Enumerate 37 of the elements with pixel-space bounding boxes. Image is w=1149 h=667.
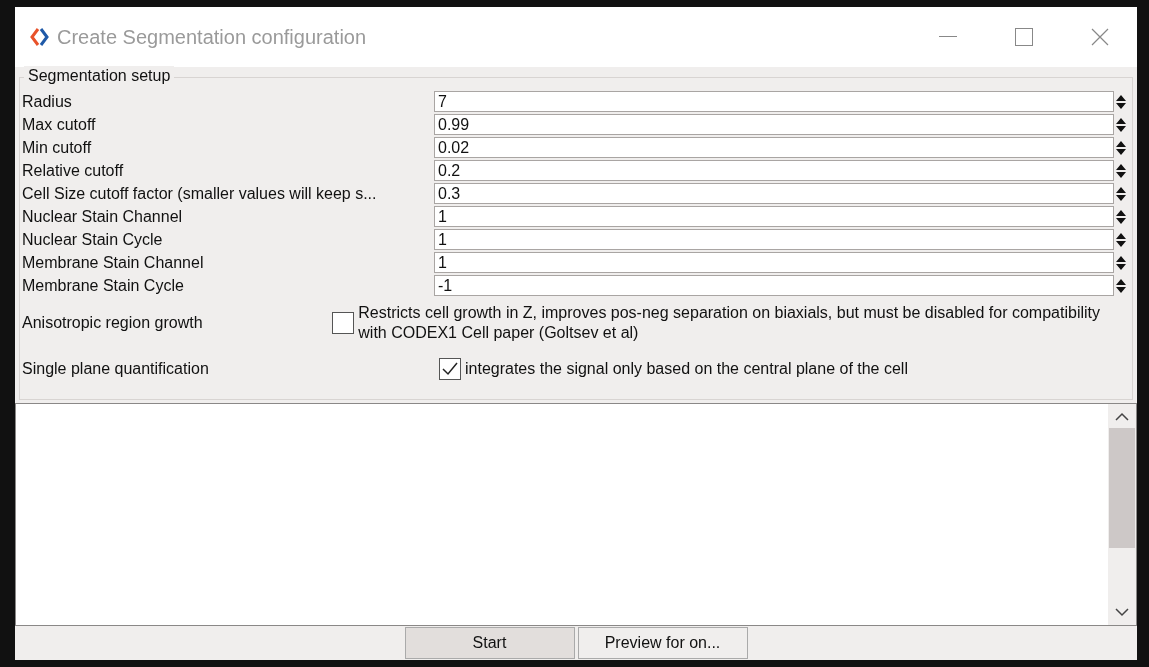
- field-label: Nuclear Stain Cycle: [22, 229, 164, 250]
- app-logo-icon: [29, 27, 49, 47]
- spin-field[interactable]: -1: [434, 275, 1114, 296]
- field-label: Nuclear Stain Channel: [22, 206, 184, 227]
- option-description: Restricts cell growth in Z, improves pos-neg separation on biaxials, but must be disabled for compatibility with CODEX1 Cell paper (Goltsev et al): [358, 303, 1101, 343]
- dialog-button[interactable]: Start: [404, 627, 575, 659]
- field-label: Membrane Stain Cycle: [22, 275, 185, 296]
- field-label: Relative cutoff: [22, 160, 125, 181]
- spin-field[interactable]: 0.02: [434, 137, 1114, 158]
- option-label: Anisotropic region growth: [22, 313, 204, 333]
- dialog-button[interactable]: Preview for on...: [577, 627, 748, 659]
- field-label: Radius: [22, 91, 73, 112]
- spin-field[interactable]: 0.2: [434, 160, 1114, 181]
- scroll-down-icon[interactable]: [1115, 607, 1129, 617]
- option-label: Single plane quantification: [22, 359, 210, 379]
- group-title: Segmentation setup: [24, 66, 175, 86]
- spin-field[interactable]: 1: [434, 252, 1114, 273]
- spin-field[interactable]: 0.99: [434, 114, 1114, 135]
- scrollbar[interactable]: [1108, 404, 1136, 625]
- spin-field[interactable]: 7: [434, 91, 1114, 112]
- scrollbar-thumb[interactable]: [1109, 428, 1135, 548]
- close-icon[interactable]: [1091, 28, 1109, 46]
- field-label: Cell Size cutoff factor (smaller values will keep s...: [22, 183, 378, 204]
- maximize-icon[interactable]: [1015, 28, 1033, 46]
- option-description: integrates the signal only based on the central plane of the cell: [465, 359, 908, 379]
- spin-field[interactable]: 1: [434, 229, 1114, 250]
- checkmark-icon: [442, 362, 458, 376]
- field-label: Max cutoff: [22, 114, 97, 135]
- minimize-icon[interactable]: [939, 36, 957, 38]
- window-title: Create Segmentation configuration: [57, 25, 367, 50]
- checkbox[interactable]: [332, 312, 355, 334]
- field-label: Min cutoff: [22, 137, 93, 158]
- scroll-up-icon[interactable]: [1115, 412, 1129, 422]
- checkbox[interactable]: [439, 358, 461, 380]
- spin-field[interactable]: 0.3: [434, 183, 1114, 204]
- field-label: Membrane Stain Channel: [22, 252, 205, 273]
- spin-field[interactable]: 1: [434, 206, 1114, 227]
